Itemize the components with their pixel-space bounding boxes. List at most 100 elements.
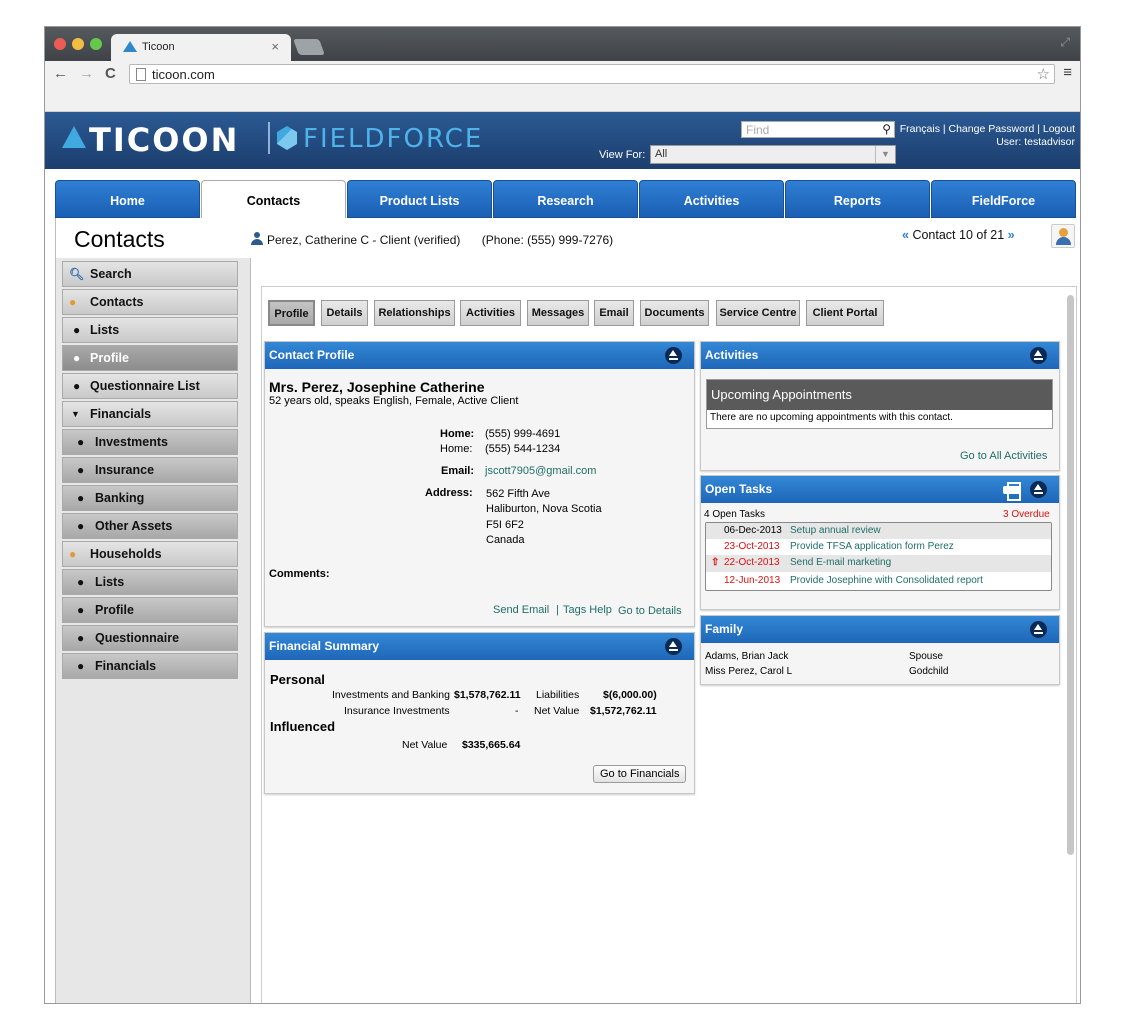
go-to-financials-button[interactable]: Go to Financials [593, 765, 687, 783]
sidebar-item-financials[interactable]: ▼ Financials [62, 401, 238, 427]
browser-window: Ticoon × ⤢ ← → C ticoon.com ☆ ≡ TICOON F… [44, 26, 1081, 1004]
bullet-icon: ● [73, 323, 81, 337]
task-row[interactable]: 12-Jun-2013 Provide Josephine with Conso… [706, 572, 1051, 589]
family-member-name[interactable]: Miss Perez, Carol L [705, 666, 792, 677]
sidebar-item-profile[interactable]: ● Profile [62, 345, 238, 371]
account-links[interactable]: Français | Change Password | Logout [900, 123, 1075, 136]
find-input[interactable]: Find ⚲ [741, 121, 895, 138]
new-tab-button[interactable] [293, 39, 325, 55]
bullet-icon: ● [77, 575, 85, 589]
search-icon[interactable]: ⚲ [882, 122, 891, 136]
back-icon[interactable]: ← [53, 65, 68, 82]
subtab-service-centre[interactable]: Service Centre [716, 300, 800, 326]
tab-home[interactable]: Home [55, 180, 200, 218]
sidebar-item-contacts[interactable]: ● Contacts [62, 289, 238, 315]
close-tab-icon[interactable]: × [271, 39, 279, 54]
task-title[interactable]: Provide Josephine with Consolidated repo… [790, 575, 983, 586]
subtab-client-portal[interactable]: Client Portal [806, 300, 884, 326]
tab-product-lists[interactable]: Product Lists [347, 180, 492, 218]
email-link[interactable]: jscott7905@gmail.com [485, 465, 596, 477]
sidebar-item-lists[interactable]: ● Lists [62, 317, 238, 343]
sidebar-item-other-assets[interactable]: ● Other Assets [62, 513, 238, 539]
tab-fieldforce[interactable]: FieldForce [931, 180, 1076, 218]
prev-contact-icon[interactable]: « [902, 228, 909, 242]
task-row[interactable]: 23-Oct-2013 Provide TFSA application for… [706, 539, 1051, 555]
task-title[interactable]: Setup annual review [790, 525, 881, 536]
fullscreen-icon[interactable]: ⤢ [1060, 35, 1070, 50]
subtab-relationships[interactable]: Relationships [374, 300, 455, 326]
subtab-messages[interactable]: Messages [527, 300, 589, 326]
zoom-window-button[interactable] [90, 38, 102, 50]
family-member-name[interactable]: Adams, Brian Jack [705, 651, 788, 662]
reload-icon[interactable]: C [105, 65, 116, 82]
sidebar-item-household-profile[interactable]: ● Profile [62, 597, 238, 623]
contact-profile-card: Contact Profile Mrs. Perez, Josephine Ca… [264, 341, 695, 627]
bullet-icon: ● [77, 603, 85, 617]
sidebar-item-label: Profile [90, 351, 129, 365]
subtab-profile[interactable]: Profile [268, 300, 315, 326]
contact-profile-header: Contact Profile [265, 342, 694, 369]
collapse-icon[interactable] [1030, 481, 1047, 498]
bookmarks-bar [45, 87, 1080, 112]
contact-avatar-button[interactable] [1051, 224, 1075, 248]
collapse-icon[interactable] [1030, 347, 1047, 364]
bullet-icon: ● [73, 379, 81, 393]
url-bar: ← → C ticoon.com ☆ ≡ [45, 61, 1080, 87]
person-icon: ● [69, 295, 77, 309]
close-window-button[interactable] [54, 38, 66, 50]
card-title: Contact Profile [269, 348, 355, 362]
subtab-documents[interactable]: Documents [640, 300, 709, 326]
address-line: Canada [486, 534, 525, 546]
ticoon-logo-icon [62, 126, 86, 148]
influenced-net-value: $335,665.64 [462, 739, 521, 751]
task-title[interactable]: Send E-mail marketing [790, 557, 891, 568]
address-line: Haliburton, Nova Scotia [486, 503, 602, 515]
tab-research[interactable]: Research [493, 180, 638, 218]
browser-tab-bar: Ticoon × ⤢ [45, 27, 1080, 61]
bookmark-star-icon[interactable]: ☆ [1037, 65, 1050, 83]
overdue-count[interactable]: 3 Overdue [1003, 509, 1050, 520]
next-contact-icon[interactable]: » [1008, 228, 1015, 242]
subtab-email[interactable]: Email [594, 300, 634, 326]
sidebar-item-household-financials[interactable]: ● Financials [62, 653, 238, 679]
go-to-all-activities-link[interactable]: Go to All Activities [960, 450, 1047, 462]
sidebar-item-household-questionnaire[interactable]: ● Questionnaire [62, 625, 238, 651]
collapse-icon[interactable] [665, 638, 682, 655]
family-member-relation: Godchild [909, 666, 949, 677]
ticoon-favicon-icon [123, 41, 137, 52]
view-for-select[interactable]: All ▼ [650, 145, 896, 164]
scrollbar[interactable] [1067, 295, 1074, 855]
collapse-icon[interactable] [665, 347, 682, 364]
upcoming-empty-text: There are no upcoming appointments with … [710, 412, 953, 423]
address-input[interactable]: ticoon.com ☆ [129, 64, 1055, 84]
sidebar-item-households[interactable]: ● Households [62, 541, 238, 567]
upcoming-appointments-box: Upcoming Appointments There are no upcom… [706, 379, 1053, 429]
net-value-value: $1,572,762.11 [590, 705, 657, 717]
chevron-down-icon[interactable]: ▼ [875, 146, 895, 163]
go-to-details-link[interactable]: Go to Details [618, 605, 682, 617]
task-row[interactable]: 06-Dec-2013 Setup annual review [706, 523, 1051, 539]
minimize-window-button[interactable] [72, 38, 84, 50]
sidebar-item-label: Contacts [90, 295, 144, 309]
subtab-activities[interactable]: Activities [460, 300, 521, 326]
send-email-link[interactable]: Send Email [493, 604, 549, 616]
browser-menu-icon[interactable]: ≡ [1063, 64, 1072, 81]
tags-help-link[interactable]: Tags Help [563, 604, 612, 616]
collapse-icon[interactable] [1030, 621, 1047, 638]
forward-icon[interactable]: → [79, 65, 94, 82]
tab-reports[interactable]: Reports [785, 180, 930, 218]
sidebar-item-investments[interactable]: ● Investments [62, 429, 238, 455]
subtab-details[interactable]: Details [321, 300, 368, 326]
print-icon[interactable] [1003, 481, 1021, 501]
task-row[interactable]: ⇧ 22-Oct-2013 Send E-mail marketing [706, 555, 1051, 572]
tab-contacts[interactable]: Contacts [201, 180, 346, 218]
tab-activities[interactable]: Activities [639, 180, 784, 218]
sidebar-item-questionnaire-list[interactable]: ● Questionnaire List [62, 373, 238, 399]
sidebar-item-insurance[interactable]: ● Insurance [62, 457, 238, 483]
sidebar-item-household-lists[interactable]: ● Lists [62, 569, 238, 595]
task-title[interactable]: Provide TFSA application form Perez [790, 541, 954, 552]
sidebar-item-search[interactable]: 🔍︎ Search [62, 261, 238, 287]
task-date: 06-Dec-2013 [724, 525, 782, 536]
browser-tab[interactable]: Ticoon × [111, 34, 291, 61]
sidebar-item-banking[interactable]: ● Banking [62, 485, 238, 511]
